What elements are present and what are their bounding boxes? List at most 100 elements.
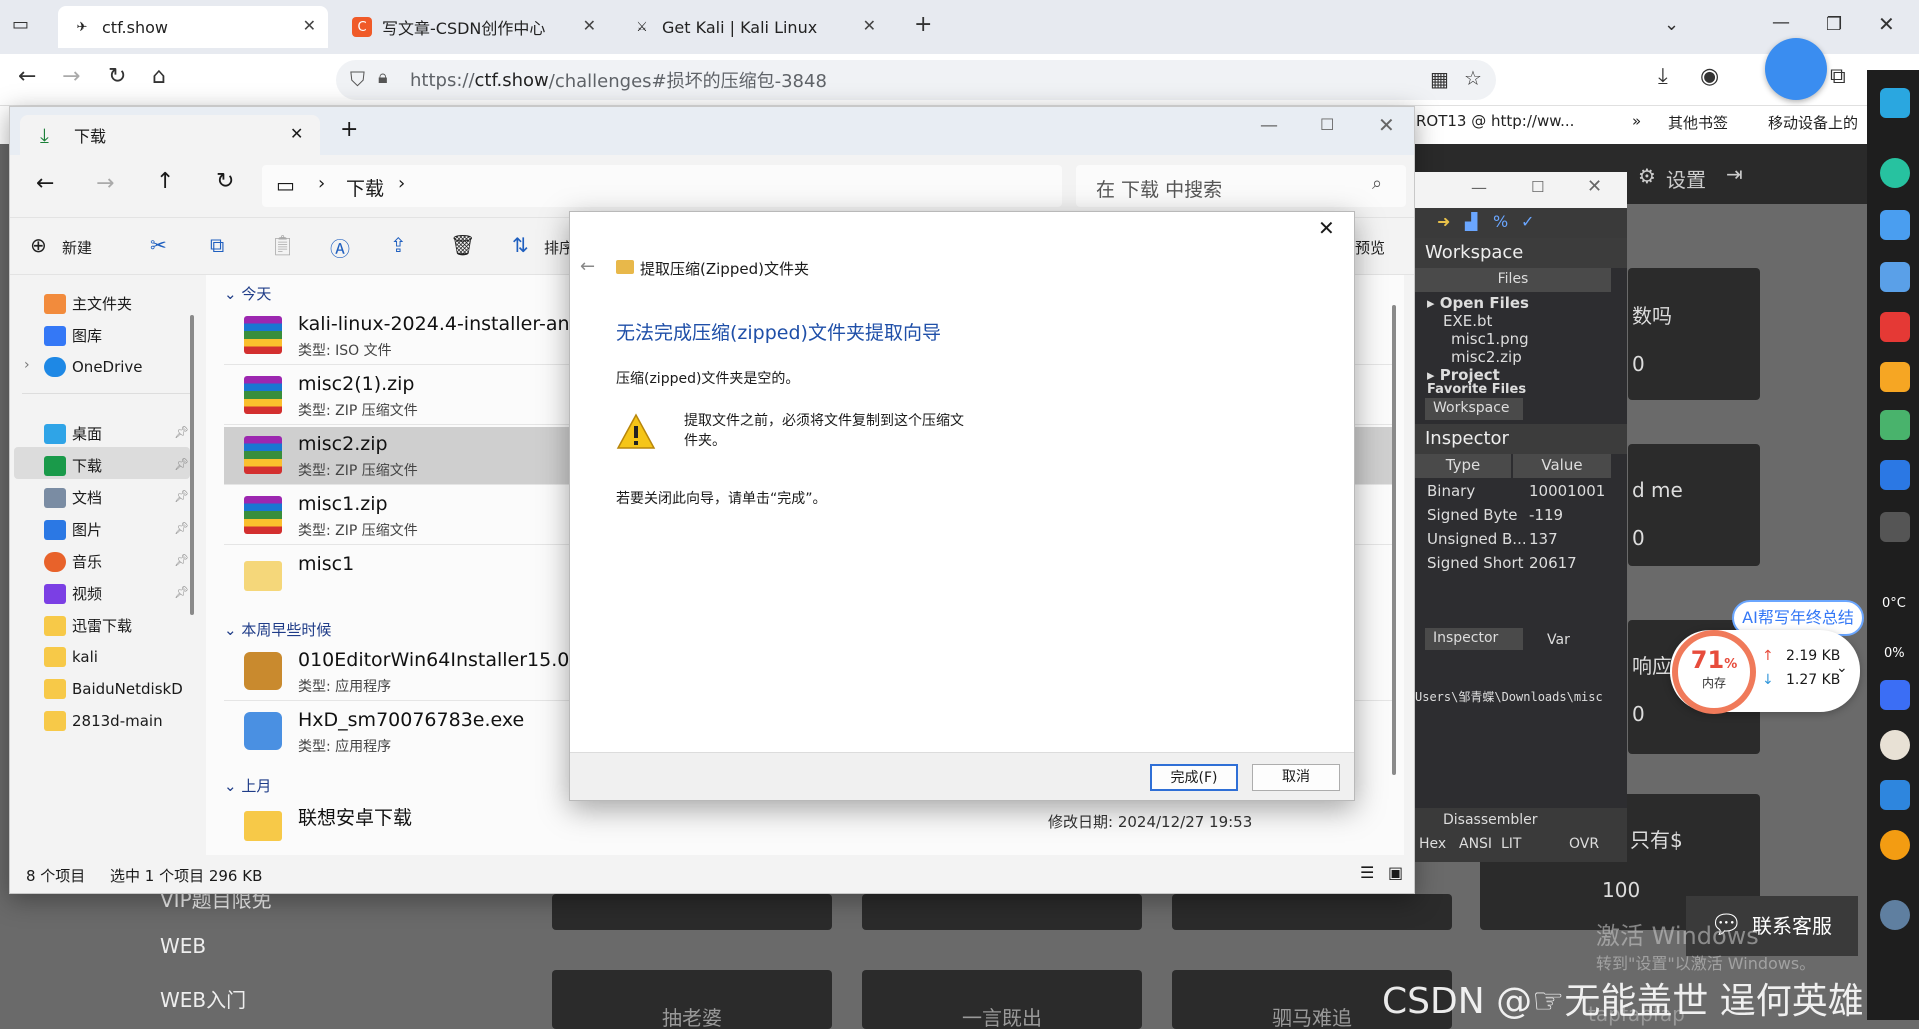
site-nav-web-intro[interactable]: WEB入门: [160, 984, 246, 1013]
browser-tab-ctfshow[interactable]: ✈ ctf.show ✕: [58, 6, 328, 48]
close-window-icon[interactable]: ✕: [1587, 176, 1602, 197]
refresh-icon[interactable]: ↻: [216, 169, 234, 194]
challenge-card[interactable]: [862, 894, 1142, 930]
close-icon[interactable]: ✕: [1318, 216, 1335, 240]
file-row[interactable]: 联想安卓下载 修改日期: 2024/12/27 19:53: [224, 797, 1394, 855]
challenge-card[interactable]: 一言既出: [862, 970, 1142, 1029]
copy-icon[interactable]: ⧉: [210, 233, 224, 257]
expand-chevron-icon[interactable]: ›: [24, 357, 30, 373]
nav-downloads[interactable]: 下载: [44, 455, 102, 476]
minimize-icon[interactable]: —: [1260, 115, 1278, 136]
maximize-icon[interactable]: ☐: [1320, 115, 1334, 134]
tab-list-chevron-icon[interactable]: ⌄: [1664, 14, 1679, 35]
disassembler-tab[interactable]: Disassembler: [1443, 812, 1538, 828]
delete-icon[interactable]: 🗑︎: [450, 233, 475, 257]
extensions-icon[interactable]: ⧉: [1830, 64, 1846, 89]
notes-app-icon[interactable]: [1880, 262, 1910, 292]
bookmark-rot13[interactable]: ROT13 @ http://ww...: [1416, 112, 1574, 130]
tab-actions-icon[interactable]: ▭: [12, 14, 29, 35]
new-icon[interactable]: ⊕: [30, 233, 47, 257]
inspector-value[interactable]: -119: [1529, 506, 1563, 524]
close-tab-icon[interactable]: ✕: [290, 124, 303, 143]
address-bar[interactable]: ⛉ 🔒︎ https://ctf.show/challenges#损坏的压缩包-…: [336, 60, 1496, 100]
sort-icon[interactable]: ⇅: [512, 233, 529, 257]
explorer-search-input[interactable]: 在 下载 中搜索 ⌕: [1076, 165, 1406, 207]
close-tab-icon[interactable]: ✕: [863, 16, 876, 35]
search-app-icon[interactable]: [1880, 830, 1910, 860]
eye-app-icon[interactable]: [1880, 780, 1910, 810]
new-tab-icon[interactable]: +: [914, 12, 932, 37]
toolbar-percent-icon[interactable]: %: [1493, 212, 1508, 231]
pin-icon[interactable]: 📌︎: [174, 457, 189, 471]
settings-icon[interactable]: ⚙: [1638, 164, 1656, 188]
challenge-card[interactable]: [552, 894, 832, 930]
open-files-node[interactable]: ▸ Open Files: [1427, 294, 1529, 312]
paste-icon[interactable]: 📋︎: [270, 233, 295, 257]
inspector-value[interactable]: 10001001: [1529, 482, 1605, 500]
workspace-tab[interactable]: Workspace: [1425, 398, 1523, 420]
shield-app-icon[interactable]: [1880, 680, 1910, 710]
chevron-right-icon[interactable]: ›: [398, 173, 405, 194]
restore-icon[interactable]: ❐: [1826, 14, 1842, 35]
favorite-files-node[interactable]: Favorite Files: [1427, 382, 1526, 396]
photos-app-icon[interactable]: [1880, 410, 1910, 440]
home-icon[interactable]: ⌂: [152, 64, 166, 89]
forward-icon[interactable]: →: [62, 64, 80, 89]
folder-app-icon[interactable]: [1880, 362, 1910, 392]
pin-icon[interactable]: 📌︎: [174, 521, 189, 535]
bookmarks-overflow-icon[interactable]: »: [1632, 112, 1641, 130]
more-apps-icon[interactable]: [1880, 512, 1910, 542]
tiles-view-icon[interactable]: ▣: [1388, 863, 1403, 882]
monitor-app-icon[interactable]: [1880, 88, 1910, 118]
logout-icon[interactable]: ⇥: [1726, 162, 1743, 186]
chevron-down-icon[interactable]: ⌄: [1836, 660, 1848, 676]
list-scrollbar[interactable]: [1392, 305, 1396, 775]
winrar-app-icon[interactable]: [1880, 312, 1910, 342]
file-node[interactable]: misc2.zip: [1451, 348, 1522, 366]
nav-desktop[interactable]: 桌面: [44, 423, 102, 444]
maximize-icon[interactable]: ☐: [1531, 178, 1544, 196]
lock-icon[interactable]: 🔒︎: [378, 67, 388, 88]
close-tab-icon[interactable]: ✕: [583, 16, 596, 35]
challenge-card[interactable]: d me 0: [1628, 444, 1760, 566]
back-icon[interactable]: ←: [580, 256, 595, 277]
variables-tab[interactable]: Var: [1547, 632, 1570, 648]
browser-tab-csdn[interactable]: C 写文章-CSDN创作中心 ✕: [338, 6, 608, 48]
cancel-button[interactable]: 取消: [1252, 764, 1340, 791]
breadcrumb[interactable]: ▭ › 下载 ›: [262, 165, 1062, 207]
close-tab-icon[interactable]: ✕: [303, 16, 316, 35]
finish-button[interactable]: 完成(F): [1150, 764, 1238, 791]
details-view-icon[interactable]: ☰: [1360, 863, 1374, 882]
user-app-icon[interactable]: [1880, 158, 1910, 188]
nav-home[interactable]: 主文件夹: [44, 293, 132, 314]
pin-icon[interactable]: 📌︎: [174, 553, 189, 567]
search-icon[interactable]: ⌕: [1372, 173, 1382, 194]
share-app-icon[interactable]: [1880, 210, 1910, 240]
minimize-icon[interactable]: —: [1772, 12, 1790, 33]
back-icon[interactable]: ←: [18, 64, 36, 89]
file-node[interactable]: EXE.bt: [1443, 312, 1492, 330]
site-nav-web[interactable]: WEB: [160, 934, 206, 958]
inspector-value[interactable]: 137: [1529, 530, 1558, 548]
computer-icon[interactable]: ▭: [276, 173, 295, 197]
star-icon[interactable]: ☆: [1464, 66, 1482, 90]
close-window-icon[interactable]: ✕: [1378, 113, 1395, 137]
new-button[interactable]: 新建: [62, 237, 92, 258]
back-icon[interactable]: ←: [36, 171, 54, 196]
nav-documents[interactable]: 文档: [44, 487, 102, 508]
inspector-tab[interactable]: Inspector: [1425, 628, 1523, 650]
bookmark-other[interactable]: 其他书签: [1668, 112, 1728, 133]
site-settings-link[interactable]: 设置: [1666, 164, 1706, 193]
forward-icon[interactable]: →: [96, 171, 114, 196]
bird-logo-icon[interactable]: [1765, 38, 1827, 100]
account-icon[interactable]: ◉: [1700, 64, 1719, 89]
video-app-icon[interactable]: [1880, 460, 1910, 490]
browser-tab-kali[interactable]: ⚔ Get Kali | Kali Linux ✕: [618, 6, 888, 48]
toolbar-arrow-icon[interactable]: ➜: [1437, 212, 1450, 231]
challenge-card[interactable]: 抽老婆: [552, 970, 832, 1029]
cut-icon[interactable]: ✂: [150, 233, 167, 257]
reload-icon[interactable]: ↻: [108, 64, 126, 89]
sidebar-scrollbar[interactable]: [190, 315, 194, 615]
up-icon[interactable]: ↑: [156, 169, 174, 194]
rename-icon[interactable]: Ⓐ: [330, 233, 350, 262]
